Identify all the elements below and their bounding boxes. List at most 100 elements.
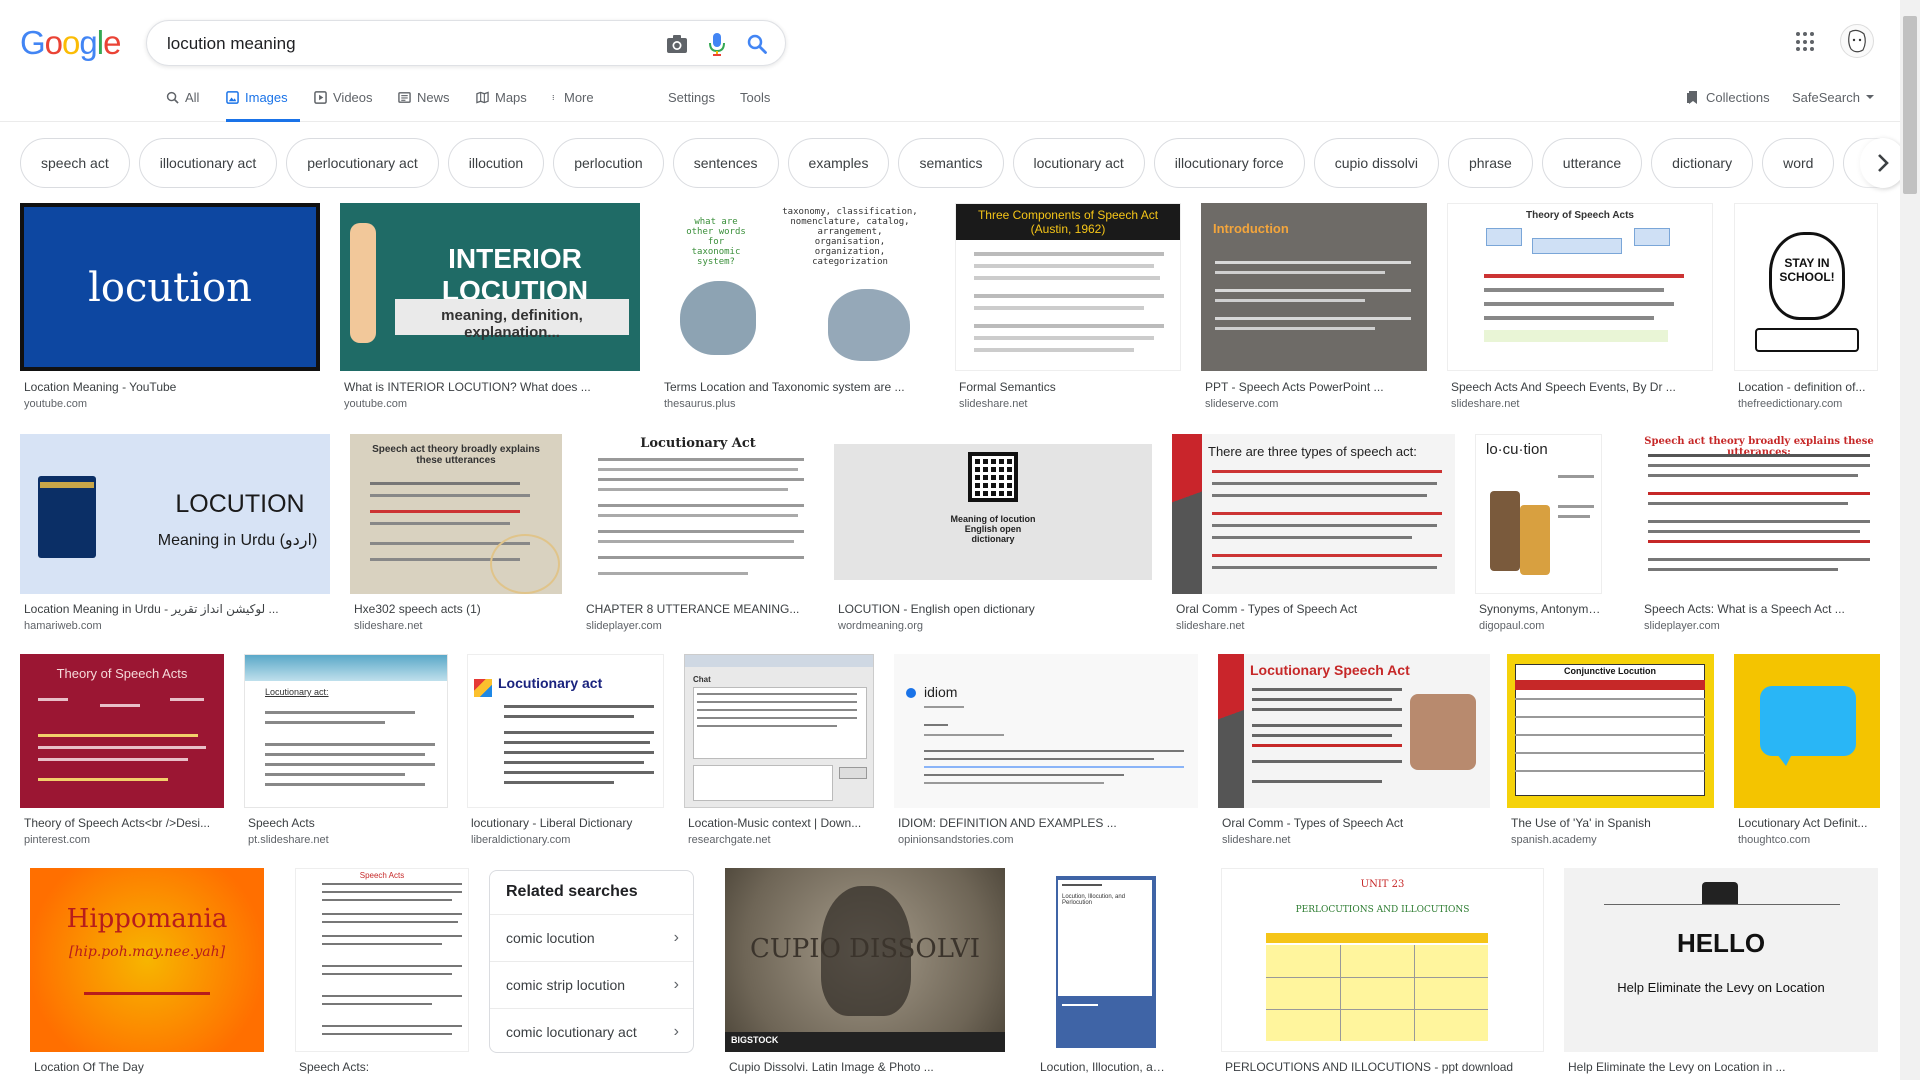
related-search-item[interactable]: comic locution › [490,914,693,960]
search-chip[interactable]: phrase [1447,138,1533,188]
tools-link[interactable]: Tools [740,90,770,105]
image-result[interactable]: Locutionary act locutionary - Liberal Di… [467,654,664,850]
result-title: Locution, Illocution, and P... [1040,1060,1170,1074]
thumb-text: Locution, Illocution, and Perlocution [1062,894,1126,906]
search-icon[interactable] [745,32,769,56]
result-title: Oral Comm - Types of Speech Act [1222,816,1404,830]
thumb-text: taxonomy, classification, nomenclature, … [782,207,918,267]
scrollbar-thumb[interactable] [1903,16,1917,194]
image-result[interactable]: what are other words for taxonomic syste… [660,203,935,413]
image-result[interactable]: Introduction PPT - Speech Acts PowerPoin… [1201,203,1427,413]
thumb-text: Speech act theory broadly explains these… [372,444,540,466]
search-chip[interactable]: perlocutionary act [286,138,439,188]
microphone-icon[interactable] [705,32,729,56]
thumb-text: CUPIO DISSOLVI [750,934,980,964]
related-search-label: comic locution [506,930,595,946]
search-chip[interactable]: illocutionary force [1153,138,1305,188]
search-chip[interactable]: locutionary act [1012,138,1145,188]
image-result[interactable]: INTERIOR LOCUTION meaning, definition, e… [340,203,640,413]
image-result[interactable]: Speech Acts Speech Acts: [295,868,469,1080]
image-result[interactable]: UNIT 23 PERLOCUTIONS AND ILLOCUTIONS PER… [1221,868,1544,1080]
collections-link[interactable]: Collections [1686,90,1770,105]
result-thumbnail: Locutionary act [467,654,664,808]
search-input[interactable] [167,31,647,57]
image-result[interactable]: There are three types of speech act: Ora… [1172,434,1455,636]
result-thumbnail: idiom [894,654,1198,808]
image-result[interactable]: Locutionary Act Definit... thoughtco.com [1734,654,1880,850]
result-thumbnail: what are other words for taxonomic syste… [660,203,935,371]
tab-more[interactable]: More [552,90,594,122]
image-result[interactable]: Chat Location-Music context | Down... re… [684,654,874,850]
search-chip[interactable]: examples [787,138,890,188]
image-result[interactable]: Hippomania [hip.poh.may.nee.yah] Locatio… [30,868,264,1080]
tab-maps[interactable]: Maps [476,90,527,122]
search-chip[interactable]: word [1762,138,1835,188]
thumb-subtext: BIGSTOCK [731,1035,779,1045]
image-result[interactable]: Meaning of locution English open diction… [834,434,1152,636]
result-source: thefreedictionary.com [1738,398,1843,410]
image-result[interactable]: HELLO Help Eliminate the Levy on Locatio… [1564,868,1878,1080]
tab-videos[interactable]: Videos [314,90,373,122]
logo-letter: o [62,24,80,61]
search-chip[interactable]: utterance [1541,138,1643,188]
result-title: Location Meaning in Urdu - لوکیشن انداز … [24,602,279,616]
account-avatar[interactable] [1840,24,1874,58]
image-result[interactable]: Locutionary Act CHAPTER 8 UTTERANCE MEAN… [582,434,814,636]
tab-images-label: Images [245,90,288,105]
image-result[interactable]: locution Location Meaning - YouTube yout… [20,203,320,413]
result-source: pinterest.com [24,834,91,846]
image-result[interactable]: Locutionary act: Speech Acts pt.slidesha… [244,654,448,850]
settings-link[interactable]: Settings [668,90,715,105]
result-source: thoughtco.com [1738,834,1811,846]
image-result[interactable]: Theory of Speech Acts Theory of Speech A… [20,654,224,850]
tab-all[interactable]: All [166,90,199,122]
search-chip[interactable]: illocution [447,138,545,188]
image-result[interactable]: Conjunctive Locution The Use of 'Ya' in … [1507,654,1714,850]
search-chip[interactable]: sentences [672,138,779,188]
result-thumbnail [1734,654,1880,808]
search-chip[interactable]: dictionary [1651,138,1754,188]
result-title: PPT - Speech Acts PowerPoint ... [1205,380,1384,394]
result-title: Locutionary Act Definit... [1738,816,1868,830]
thumb-text: idiom [924,684,958,700]
related-searches-title: Related searches [506,883,638,900]
result-source: slideshare.net [354,620,423,632]
camera-icon[interactable] [665,32,689,56]
thumb-text: Locutionary Speech Act [1250,662,1410,678]
chevron-right-icon: › [673,976,679,993]
related-search-item[interactable]: comic locutionary act › [490,1008,693,1054]
google-apps-icon[interactable] [1796,32,1816,52]
search-chip[interactable]: perlocution [553,138,664,188]
search-chip[interactable]: illocutionary act [138,138,278,188]
image-result[interactable]: Locutionary Speech Act Oral Comm - Types… [1218,654,1490,850]
google-logo[interactable]: Google [20,24,121,62]
related-search-item[interactable]: comic strip locution › [490,961,693,1007]
image-result[interactable]: LOCUTION Meaning in Urdu (اردو) Location… [20,434,330,636]
result-title: Theory of Speech Acts<br />Desi... [24,816,211,830]
image-result[interactable]: Speech act theory broadly explains these… [350,434,562,636]
image-result[interactable]: Theory of Speech Acts Speech Acts And Sp… [1447,203,1713,413]
search-chip[interactable]: speech act [20,138,130,188]
image-result[interactable]: Speech act theory broadly explains these… [1640,434,1878,636]
result-source: digopaul.com [1479,620,1545,632]
image-result[interactable]: STAY IN SCHOOL! Location - definition of… [1734,203,1878,413]
search-chip[interactable]: cupio dissolvi [1313,138,1439,188]
tab-images[interactable]: Images [226,90,300,122]
safesearch-menu[interactable]: SafeSearch [1792,90,1874,105]
page-scrollbar[interactable] [1900,0,1920,1080]
thumb-text: locution [88,265,252,311]
image-result[interactable]: lo·cu·tion Synonyms, Antonyms ... digopa… [1475,434,1602,636]
thumb-subtext: [hip.poh.may.nee.yah] [68,944,226,960]
image-result[interactable]: CUPIO DISSOLVI BIGSTOCK Cupio Dissolvi. … [725,868,1005,1080]
search-chip[interactable]: semantics [898,138,1004,188]
result-thumbnail: Locutionary Speech Act [1218,654,1490,808]
tab-news[interactable]: News [398,90,450,122]
image-result[interactable]: idiom IDIOM: DEFINITION AND EXAMPLES ...… [894,654,1198,850]
thumb-text: Speech Acts [359,871,405,880]
image-result[interactable]: Locution, Illocution, and Perlocution Lo… [1036,868,1170,1080]
result-thumbnail: CUPIO DISSOLVI BIGSTOCK [725,868,1005,1052]
thumb-text: lo·cu·tion [1486,441,1548,458]
image-result[interactable]: Three Components of Speech Act (Austin, … [955,203,1181,413]
search-box[interactable] [146,20,786,66]
result-title: PERLOCUTIONS AND ILLOCUTIONS - ppt downl… [1225,1060,1514,1074]
